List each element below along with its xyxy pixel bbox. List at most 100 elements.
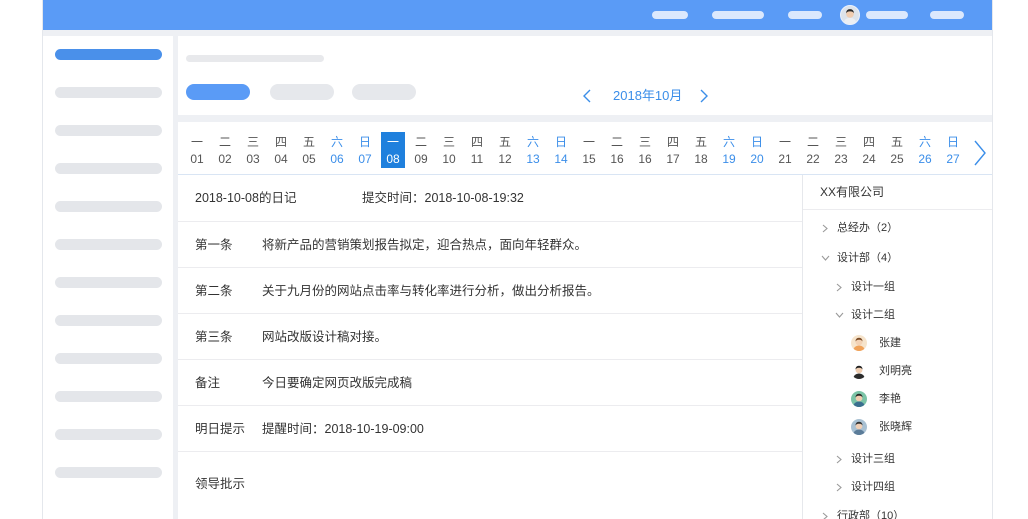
calendar-day[interactable]: 日 27	[939, 122, 967, 174]
chevron-left-icon[interactable]	[582, 88, 592, 104]
top-nav-item-3[interactable]	[788, 11, 822, 19]
department-node[interactable]: 行政部（10）	[803, 501, 992, 519]
sidebar-item[interactable]	[55, 391, 162, 402]
department-node[interactable]: 设计部（4）	[803, 243, 992, 273]
calendar-day[interactable]: 日 20	[743, 122, 771, 174]
group-node[interactable]: 设计一组	[803, 273, 992, 301]
group-name: 设计三组	[851, 453, 895, 465]
calendar-day[interactable]: 一 21	[771, 122, 799, 174]
calendar-day[interactable]: 六 26	[911, 122, 939, 174]
calendar-day[interactable]: 四 24	[855, 122, 883, 174]
calendar-date: 04	[274, 152, 288, 166]
calendar-day[interactable]: 二 16	[603, 122, 631, 174]
calendar-date: 02	[218, 152, 232, 166]
user-name-placeholder[interactable]	[866, 11, 908, 19]
top-nav-item-logout[interactable]	[930, 11, 964, 19]
diary-row: 第一条 将新产品的营销策划报告拟定，迎合热点，面向年轻群众。	[178, 222, 802, 268]
calendar-day[interactable]: 五 12	[491, 122, 519, 174]
diary-panel: 2018-10-08的日记 提交时间：2018-10-08-19:32 第一条 …	[178, 175, 802, 519]
diary-row-reminder: 明日提示 提醒时间：2018-10-19-09:00	[178, 406, 802, 452]
sidebar-item-active[interactable]	[55, 49, 162, 60]
calendar-weekday: 日	[554, 135, 567, 149]
group-node[interactable]: 设计二组	[803, 301, 992, 329]
calendar-day-selected[interactable]: 一 08	[379, 122, 407, 174]
calendar-day[interactable]: 三 10	[435, 122, 463, 174]
month-label: 2018年10月	[613, 88, 683, 103]
sidebar-item[interactable]	[55, 87, 162, 98]
chevron-down-icon[interactable]	[835, 312, 844, 318]
member-node[interactable]: 张建	[803, 329, 992, 357]
calendar-day[interactable]: 一 15	[575, 122, 603, 174]
calendar-day[interactable]: 六 19	[715, 122, 743, 174]
calendar-day[interactable]: 五 25	[883, 122, 911, 174]
member-node[interactable]: 张晓辉	[803, 413, 992, 441]
calendar-day[interactable]: 三 16	[631, 122, 659, 174]
sidebar-item[interactable]	[55, 163, 162, 174]
chevron-down-icon[interactable]	[821, 255, 830, 261]
group-node[interactable]: 设计三组	[803, 445, 992, 473]
chevron-right-icon[interactable]	[822, 512, 828, 519]
calendar-day[interactable]: 三 23	[827, 122, 855, 174]
diary-header-row: 2018-10-08的日记 提交时间：2018-10-08-19:32	[178, 175, 802, 222]
sidebar-item[interactable]	[55, 315, 162, 326]
calendar-day[interactable]: 五 05	[295, 122, 323, 174]
department-node[interactable]: 总经办（2）	[803, 213, 992, 243]
calendar-day[interactable]: 日 07	[351, 122, 379, 174]
chevron-right-icon[interactable]	[822, 224, 828, 233]
group-node[interactable]: 设计四组	[803, 473, 992, 501]
calendar-day[interactable]: 六 06	[323, 122, 351, 174]
sidebar-item[interactable]	[55, 125, 162, 136]
chevron-right-icon[interactable]	[973, 139, 987, 167]
tab-button[interactable]	[270, 84, 334, 100]
member-avatar	[851, 335, 867, 351]
member-node[interactable]: 李艳	[803, 385, 992, 413]
calendar-date: 23	[834, 152, 848, 166]
calendar-day[interactable]: 日 14	[547, 122, 575, 174]
page-header: 2018年10月	[178, 36, 992, 115]
calendar-date: 26	[918, 152, 932, 166]
member-node[interactable]: 刘明亮	[803, 357, 992, 385]
sidebar-item[interactable]	[55, 353, 162, 364]
calendar-day[interactable]: 六 13	[519, 122, 547, 174]
group-name: 设计一组	[851, 281, 895, 293]
chevron-right-icon[interactable]	[836, 455, 842, 464]
sidebar-item[interactable]	[55, 467, 162, 478]
calendar-weekday: 六	[330, 135, 343, 149]
calendar-day[interactable]: 五 18	[687, 122, 715, 174]
tab-button[interactable]	[352, 84, 416, 100]
tab-button-active[interactable]	[186, 84, 250, 100]
calendar-date: 03	[246, 152, 260, 166]
calendar-date: 20	[750, 152, 764, 166]
user-avatar[interactable]	[840, 5, 860, 25]
app-window: 2018年10月 一 01 二 02 三 03 四 04 五 05 六 06 日 07 一 08 二 09 三 10 四…	[43, 0, 992, 519]
calendar-day[interactable]: 三 03	[239, 122, 267, 174]
calendar-day[interactable]: 二 02	[211, 122, 239, 174]
sidebar-item[interactable]	[55, 429, 162, 440]
calendar-date: 01	[190, 152, 204, 166]
chevron-right-icon[interactable]	[836, 483, 842, 492]
calendar-date: 27	[946, 152, 960, 166]
calendar-date: 22	[806, 152, 820, 166]
calendar-weekday: 六	[722, 135, 735, 149]
calendar-weekday: 四	[862, 135, 875, 149]
top-nav-item-2[interactable]	[712, 11, 764, 19]
calendar-day[interactable]: 四 17	[659, 122, 687, 174]
diary-row-label: 备注	[195, 375, 221, 390]
diary-row-value: 提醒时间：2018-10-19-09:00	[262, 421, 424, 436]
diary-title: 2018-10-08的日记	[195, 191, 297, 205]
sidebar-item[interactable]	[55, 277, 162, 288]
sidebar-item[interactable]	[55, 239, 162, 250]
calendar-day[interactable]: 四 11	[463, 122, 491, 174]
org-panel: XX有限公司 总经办（2） 设计部（4） 设计一组 设计二组 张建 刘明亮 李艳 张晓辉 设计三…	[802, 175, 992, 519]
calendar-day[interactable]: 二 09	[407, 122, 435, 174]
calendar-day[interactable]: 二 22	[799, 122, 827, 174]
calendar-day[interactable]: 一 01	[183, 122, 211, 174]
sidebar-item[interactable]	[55, 201, 162, 212]
chevron-right-icon[interactable]	[836, 283, 842, 292]
calendar-day[interactable]: 四 04	[267, 122, 295, 174]
top-nav-item-1[interactable]	[652, 11, 688, 19]
diary-row-label: 领导批示	[195, 477, 246, 491]
chevron-right-icon[interactable]	[699, 88, 709, 104]
member-name: 张晓辉	[879, 421, 912, 433]
calendar-date: 16	[610, 152, 624, 166]
